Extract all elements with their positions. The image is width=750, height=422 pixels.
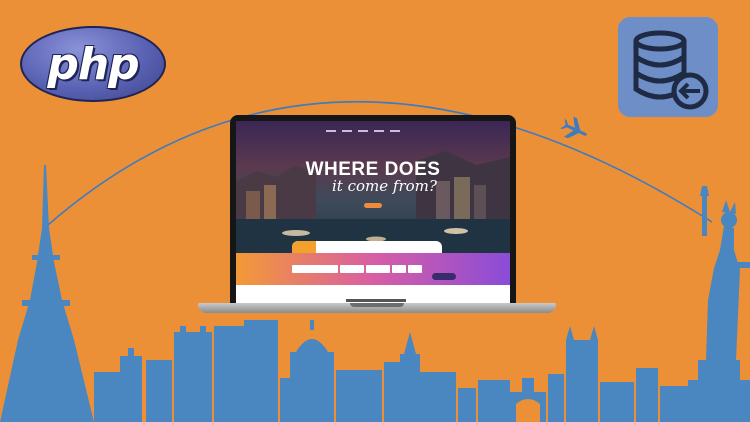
database-arrow-icon [618,17,718,117]
nav-links [326,130,400,132]
check-in-field[interactable] [340,265,364,273]
nav-link[interactable] [374,130,384,132]
hero-section: WHERE DOES it come from? [236,121,510,253]
nav-link[interactable] [358,130,368,132]
search-button[interactable] [432,273,456,280]
php-logo: php [20,26,166,102]
eiffel-tower-icon [0,165,94,422]
php-logo-text: php [47,38,139,90]
content-section [236,285,510,305]
search-tabs [292,241,442,253]
hero-tagline: it come from? [332,177,437,195]
nav-link[interactable] [326,130,336,132]
airplane-icon [560,116,587,139]
statue-of-liberty-icon [688,186,750,422]
hero-cta-button[interactable] [364,203,382,208]
laptop-screen: WHERE DOES it come from? [236,121,510,305]
active-search-tab[interactable] [292,241,316,253]
site-nav [236,121,510,141]
destination-field[interactable] [292,265,338,273]
nav-link[interactable] [390,130,400,132]
laptop-notch [350,303,404,307]
section-heading-line [346,299,406,302]
laptop-mockup: WHERE DOES it come from? [198,115,556,315]
banner: php WHERE DOES it come from? [0,0,750,422]
children-field[interactable] [408,265,422,273]
check-out-field[interactable] [366,265,390,273]
nav-link[interactable] [342,130,352,132]
search-fields [292,265,452,275]
adults-field[interactable] [392,265,406,273]
